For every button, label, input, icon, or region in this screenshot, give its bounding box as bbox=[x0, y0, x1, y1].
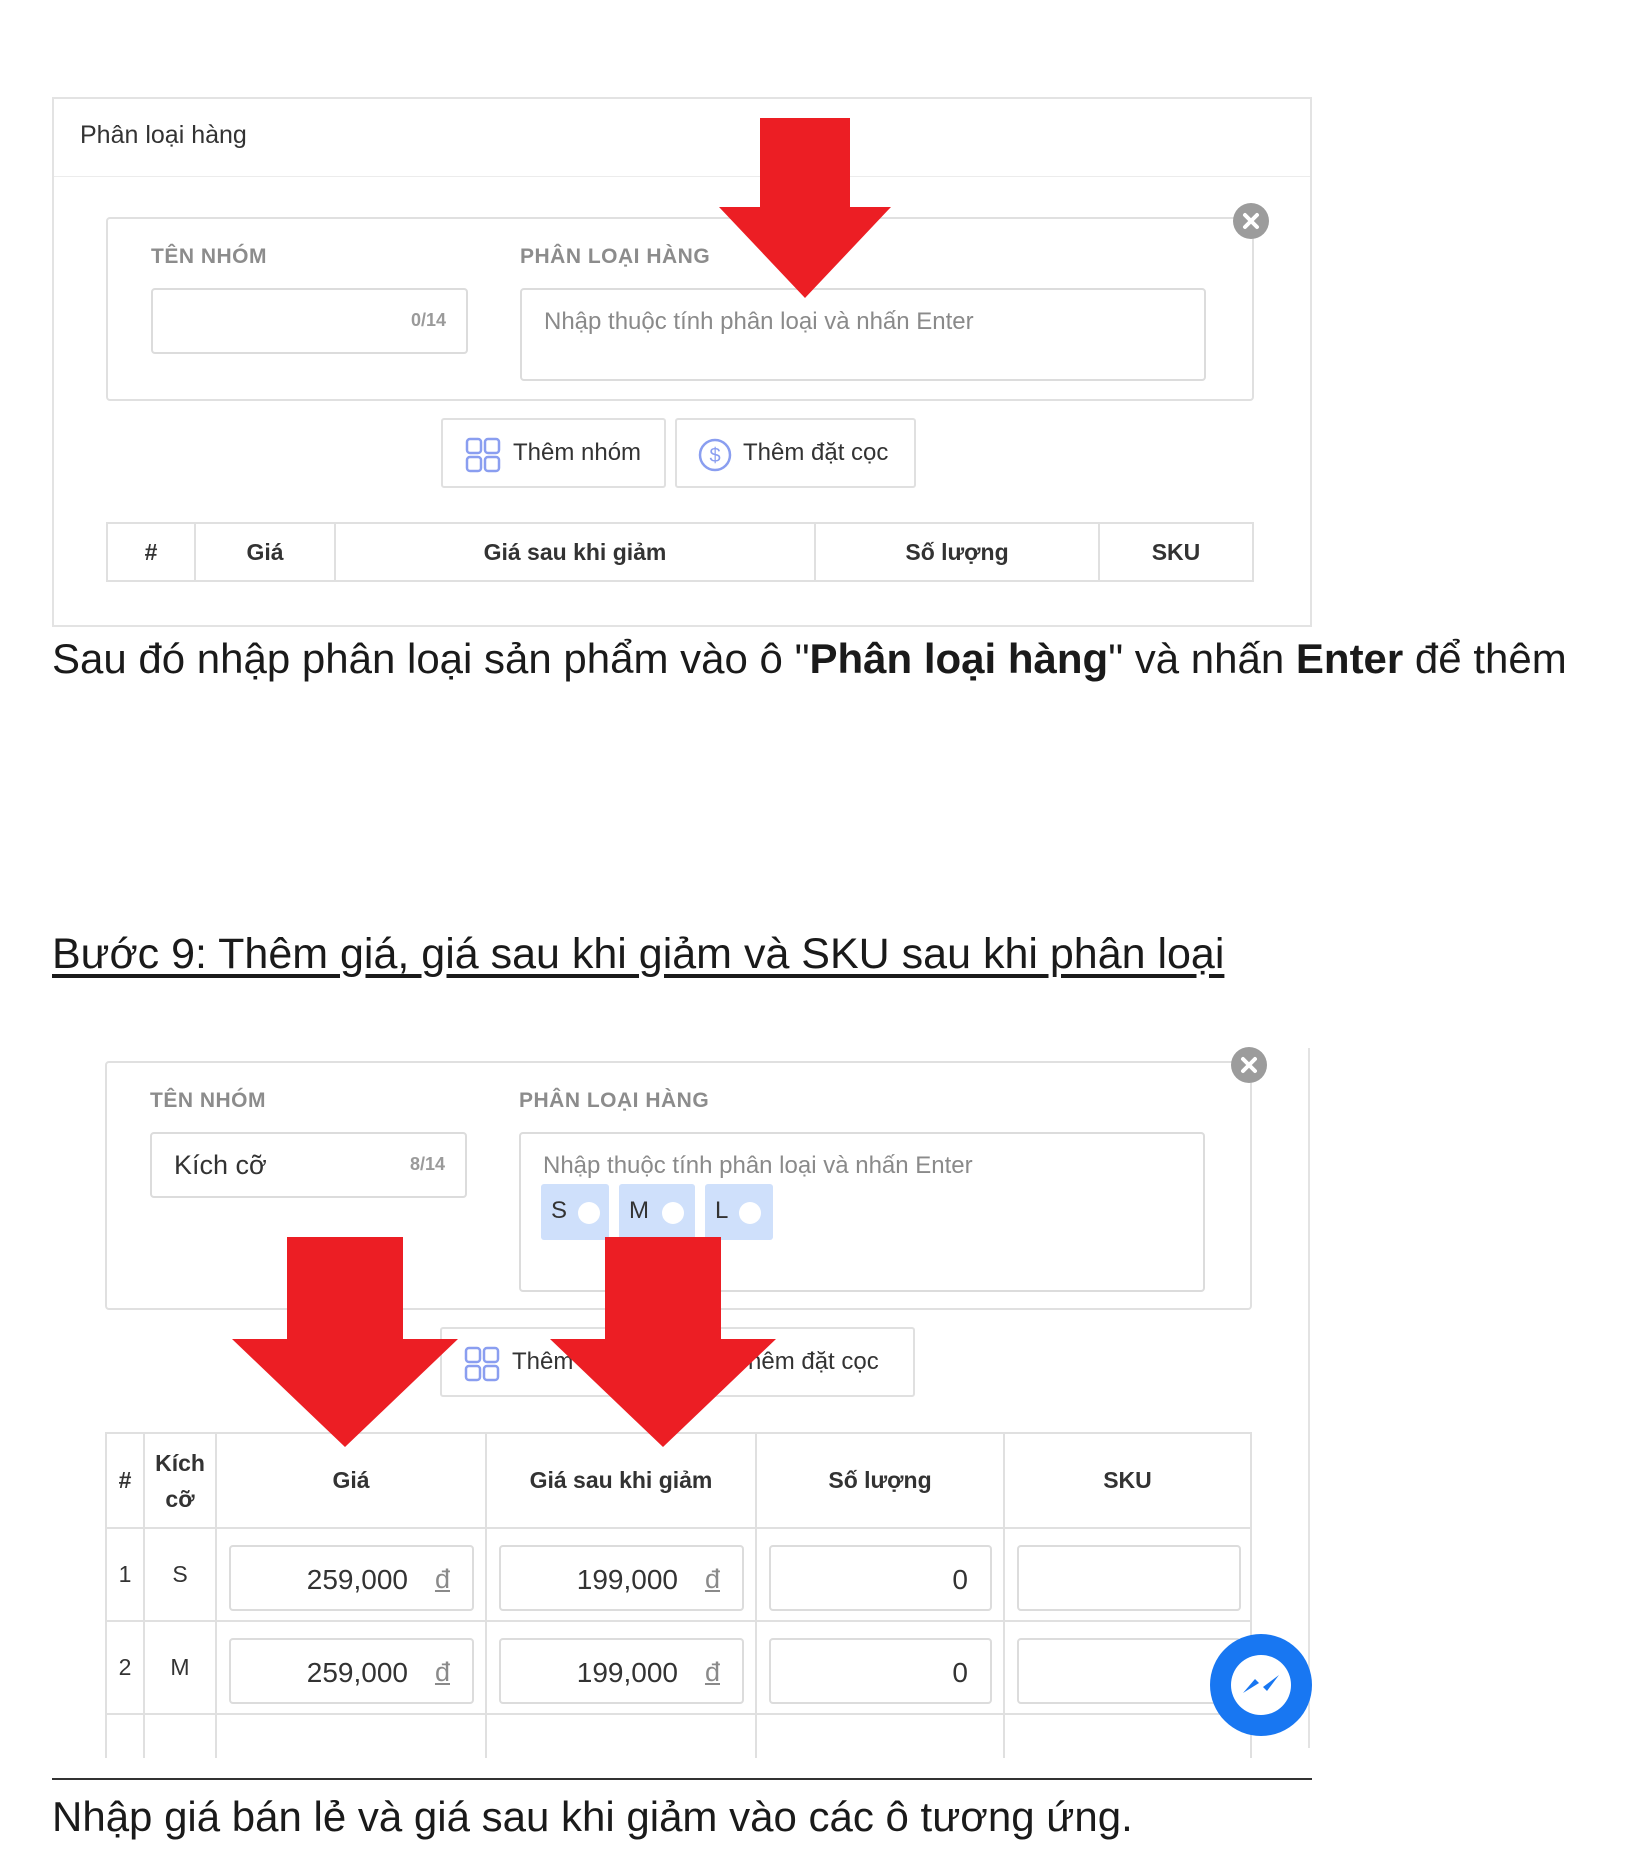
row-index: 2 bbox=[105, 1620, 145, 1715]
row-size: S bbox=[143, 1527, 217, 1622]
row-index: 1 bbox=[105, 1527, 145, 1622]
variation-placeholder: Nhập thuộc tính phân loại và nhấn Enter bbox=[544, 308, 974, 335]
crop-mask bbox=[52, 1758, 1312, 1778]
group-name-counter: 0/14 bbox=[410, 310, 446, 330]
tag-label: M bbox=[629, 1197, 649, 1224]
grid-icon bbox=[464, 1346, 500, 1382]
svg-text:$: $ bbox=[709, 445, 720, 467]
col-size: Kích cỡ bbox=[143, 1432, 217, 1529]
variation-input[interactable]: Nhập thuộc tính phân loại và nhấn Enter bbox=[520, 288, 1206, 381]
grid-icon bbox=[465, 437, 501, 473]
caption-1: Sau đó nhập phân loại sản phẩm vào ô "Ph… bbox=[52, 630, 1612, 687]
panel-header: Phân loại hàng bbox=[54, 99, 1310, 177]
group-name-value: Kích cỡ bbox=[174, 1150, 267, 1180]
close-icon[interactable] bbox=[1233, 203, 1269, 239]
step-heading: Bước 9: Thêm giá, giá sau khi giảm và SK… bbox=[52, 930, 1225, 978]
variation-tag[interactable]: M bbox=[619, 1184, 695, 1240]
tag-label: S bbox=[551, 1197, 568, 1224]
price-value: 259,000 bbox=[306, 1564, 408, 1595]
col-quantity: Số lượng bbox=[755, 1432, 1005, 1529]
sale-price-input[interactable]: 199,000 đ bbox=[499, 1545, 744, 1611]
tag-label: L bbox=[715, 1197, 729, 1224]
variation-tag[interactable]: S bbox=[541, 1184, 609, 1240]
red-arrow-down bbox=[550, 1237, 776, 1447]
col-sku: SKU bbox=[1098, 522, 1254, 582]
row-size: M bbox=[143, 1620, 217, 1715]
quantity-value: 0 bbox=[952, 1657, 968, 1688]
caption-1-bold1: Phân loại hàng bbox=[809, 635, 1109, 682]
group-name-input[interactable]: 0/14 bbox=[151, 288, 468, 354]
currency-symbol: đ bbox=[704, 1564, 720, 1594]
sku-input[interactable] bbox=[1017, 1545, 1241, 1611]
close-icon[interactable] bbox=[1231, 1047, 1267, 1083]
col-sale-price: Giá sau khi giảm bbox=[485, 1432, 757, 1529]
group-name-label-2: TÊN NHÓM bbox=[150, 1089, 266, 1112]
sale-price-value: 199,000 bbox=[576, 1657, 678, 1688]
col-sku: SKU bbox=[1003, 1432, 1252, 1529]
caption-1-part3: để thêm bbox=[1403, 635, 1567, 682]
red-arrow-down bbox=[232, 1237, 458, 1447]
group-name-counter-2: 8/14 bbox=[409, 1154, 445, 1174]
sale-price-value: 199,000 bbox=[576, 1564, 678, 1595]
divider-line bbox=[52, 1778, 1312, 1780]
add-group-label: Thêm nhóm bbox=[513, 439, 642, 466]
messenger-button[interactable] bbox=[1210, 1634, 1312, 1736]
price-input[interactable]: 259,000 đ bbox=[229, 1638, 474, 1704]
panel-title: Phân loại hàng bbox=[80, 121, 247, 149]
caption-1-part2: " và nhấn bbox=[1108, 635, 1296, 682]
quantity-input[interactable]: 0 bbox=[769, 1545, 992, 1611]
col-quantity: Số lượng bbox=[814, 522, 1100, 582]
col-sale-price: Giá sau khi giảm bbox=[334, 522, 816, 582]
col-price: Giá bbox=[194, 522, 336, 582]
sale-price-input[interactable]: 199,000 đ bbox=[499, 1638, 744, 1704]
quantity-input[interactable]: 0 bbox=[769, 1638, 992, 1704]
dollar-circle-icon: $ bbox=[698, 438, 732, 472]
add-deposit-button[interactable]: $ Thêm đặt cọc bbox=[675, 418, 916, 488]
currency-symbol: đ bbox=[434, 1657, 450, 1687]
tag-remove-icon[interactable] bbox=[578, 1202, 600, 1224]
variation-table-header: # Giá Giá sau khi giảm Số lượng SKU bbox=[106, 522, 1254, 582]
price-value: 259,000 bbox=[306, 1657, 408, 1688]
col-price: Giá bbox=[215, 1432, 487, 1529]
currency-symbol: đ bbox=[704, 1657, 720, 1687]
add-deposit-label: Thêm đặt cọc bbox=[743, 439, 889, 466]
sku-input[interactable] bbox=[1017, 1638, 1241, 1704]
tag-remove-icon[interactable] bbox=[662, 1202, 684, 1224]
caption-1-part1: Sau đó nhập phân loại sản phẩm vào ô " bbox=[52, 635, 810, 682]
variation-placeholder-2: Nhập thuộc tính phân loại và nhấn Enter bbox=[543, 1152, 973, 1179]
currency-symbol: đ bbox=[434, 1564, 450, 1594]
variation-label-2: PHÂN LOẠI HÀNG bbox=[519, 1089, 710, 1112]
messenger-icon bbox=[1231, 1655, 1291, 1715]
col-index: # bbox=[105, 1432, 145, 1529]
variation-label: PHÂN LOẠI HÀNG bbox=[520, 245, 711, 268]
variation-tag[interactable]: L bbox=[705, 1184, 773, 1240]
add-group-button[interactable]: Thêm nhóm bbox=[441, 418, 666, 488]
tag-remove-icon[interactable] bbox=[739, 1202, 761, 1224]
quantity-value: 0 bbox=[952, 1564, 968, 1595]
col-index: # bbox=[106, 522, 196, 582]
price-input[interactable]: 259,000 đ bbox=[229, 1545, 474, 1611]
red-arrow-down bbox=[719, 118, 891, 298]
group-name-input-2[interactable]: Kích cỡ 8/14 bbox=[150, 1132, 467, 1198]
caption-2: Nhập giá bán lẻ và giá sau khi giảm vào … bbox=[52, 1793, 1133, 1840]
caption-1-bold2: Enter bbox=[1295, 635, 1404, 682]
group-name-label: TÊN NHÓM bbox=[151, 245, 267, 268]
